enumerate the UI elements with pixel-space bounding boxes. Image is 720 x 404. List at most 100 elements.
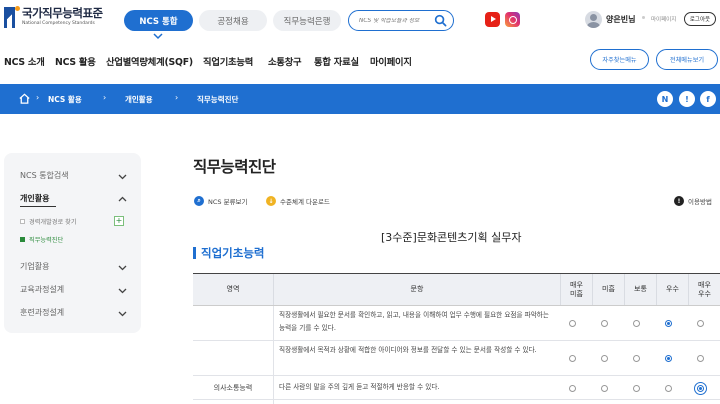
- radio-average[interactable]: [633, 320, 640, 327]
- radio-excellent[interactable]: [697, 355, 704, 362]
- nav-ncs-use[interactable]: NCS 활용: [55, 54, 96, 68]
- top-header: 국가직무능력표준 National Competency Standards N…: [0, 0, 720, 40]
- question-text: 다른 사람의 말을 주의 깊게 듣고 적절하게 반응할 수 있다.: [279, 383, 440, 391]
- active-underline: [20, 206, 56, 207]
- tab-fair-hiring[interactable]: 공정채용: [199, 10, 267, 31]
- download-icon: ↓: [266, 196, 276, 206]
- nav-archive[interactable]: 통합 자료실: [314, 54, 359, 68]
- radio-average[interactable]: [633, 385, 640, 392]
- breadcrumb-item-diagnosis[interactable]: 직무능력진단: [197, 94, 238, 105]
- sidebar-subitem-career-path[interactable]: 경력개발경로 찾기: [20, 217, 77, 226]
- sidebar-subitem-label: 경력개발경로 찾기: [29, 219, 77, 226]
- ncs-classification-link[interactable]: ⌕ NCS 분류보기: [194, 196, 248, 206]
- divider-dot: [642, 16, 645, 19]
- nav-basic-competency[interactable]: 직업기초능력: [203, 54, 253, 68]
- user-name: 양은빈님: [606, 15, 636, 24]
- logo-english-text: National Competency Standards: [22, 21, 95, 26]
- quick-menu-button[interactable]: 자주찾는메뉴: [590, 49, 649, 70]
- search-icon: ⌕: [194, 196, 204, 206]
- notice-icon[interactable]: !: [679, 91, 695, 107]
- header-very-poor: 매우 미흡: [560, 274, 592, 305]
- table-row: 직장생활에서 목적과 상황에 적합한 아이디어와 정보를 전달할 수 있는 문서…: [193, 341, 720, 376]
- chevron-right-icon: ›: [103, 93, 107, 102]
- radio-very-poor[interactable]: [569, 320, 576, 327]
- header-area: 영역: [226, 285, 240, 293]
- sidebar-subitem-label: 직무능력진단: [29, 237, 64, 244]
- chevron-down-icon[interactable]: [118, 174, 127, 180]
- search-icon[interactable]: [434, 14, 447, 27]
- nav-communication[interactable]: 소통창구: [268, 54, 302, 68]
- sidebar-subitem-diagnosis[interactable]: 직무능력진단: [20, 235, 63, 244]
- youtube-icon[interactable]: [485, 12, 500, 27]
- header-excellent: 매우 우수: [688, 274, 720, 305]
- search-box: [348, 10, 454, 31]
- diagnosis-table: 영역 문항 매우 미흡 미흡 보통 우수 매우 우수 직장생활에서 필요한 문서…: [193, 273, 720, 404]
- facebook-icon[interactable]: f: [700, 91, 716, 107]
- tab-ncs-integrated[interactable]: NCS 통합: [124, 10, 193, 31]
- sidebar-item-ncs-search[interactable]: NCS 통합검색: [20, 170, 69, 181]
- nav-sqf[interactable]: 산업별역량체계(SQF): [106, 54, 193, 68]
- section-title: 직업기초능력: [201, 246, 265, 260]
- chevron-up-icon[interactable]: [118, 196, 127, 202]
- sidebar-item-curriculum[interactable]: 교육과정설계: [20, 284, 64, 295]
- header-question: 문항: [273, 274, 560, 305]
- sidebar-item-training[interactable]: 훈련과정설계: [20, 307, 64, 318]
- question-text: 직장생활에서 목적과 상황에 적합한 아이디어와 정보를 전달할 수 있는 문서…: [279, 346, 537, 354]
- logo-korean-text: 국가직무능력표준: [22, 6, 103, 20]
- radio-excellent[interactable]: [697, 320, 704, 327]
- tab-competency-bank[interactable]: 직무능력은행: [273, 10, 341, 31]
- radio-very-poor[interactable]: [569, 385, 576, 392]
- expand-plus-button[interactable]: +: [114, 216, 124, 226]
- header-good: 우수: [656, 274, 688, 305]
- level-download-link[interactable]: ↓ 수준체계 다운로드: [266, 196, 330, 206]
- sidebar-item-company[interactable]: 기업활용: [20, 261, 49, 272]
- radio-poor[interactable]: [601, 355, 608, 362]
- logout-button[interactable]: 로그아웃: [684, 12, 716, 26]
- subject-title: [3수준]문화콘텐츠기획 실무자: [381, 231, 522, 244]
- area-label: 의사소통능력: [213, 384, 253, 392]
- chevron-right-icon: ›: [36, 93, 40, 102]
- breadcrumb-item-ncs-use[interactable]: NCS 활용: [48, 94, 82, 105]
- header-average: 보통: [624, 274, 656, 305]
- bullet-square-icon: [20, 219, 25, 224]
- radio-excellent[interactable]: [694, 382, 707, 395]
- nav-ncs-intro[interactable]: NCS 소개: [4, 54, 45, 68]
- header-poor: 미흡: [592, 274, 624, 305]
- radio-good[interactable]: [665, 385, 672, 392]
- usage-guide-link[interactable]: ! 이용방법: [674, 196, 712, 206]
- logo-mark-icon: [4, 6, 20, 28]
- radio-average[interactable]: [633, 355, 640, 362]
- breadcrumb-item-personal[interactable]: 개인활용: [125, 94, 153, 105]
- nav-mypage[interactable]: 마이페이지: [370, 54, 412, 68]
- table-row: 직장생활에서 필요한 문서를 확인하고, 읽고, 내용을 이해하여 업무 수행에…: [193, 306, 720, 341]
- section-marker: [193, 247, 196, 259]
- chevron-down-icon[interactable]: [118, 311, 127, 317]
- tool-label: 수준체계 다운로드: [280, 198, 330, 206]
- chevron-down-icon: [153, 33, 163, 40]
- sidebar-item-personal[interactable]: 개인활용: [20, 193, 49, 204]
- instagram-icon[interactable]: [505, 12, 520, 27]
- naver-icon[interactable]: N: [657, 91, 673, 107]
- site-logo[interactable]: 국가직무능력표준 National Competency Standards: [4, 6, 103, 28]
- radio-very-poor[interactable]: [569, 355, 576, 362]
- bullet-square-icon: [20, 237, 25, 242]
- home-icon[interactable]: [18, 92, 31, 105]
- mypage-link[interactable]: 마이페이지: [651, 15, 676, 23]
- table-header: 영역 문항 매우 미흡 미흡 보통 우수 매우 우수: [193, 273, 720, 306]
- chevron-right-icon: ›: [175, 93, 179, 102]
- chevron-down-icon[interactable]: [118, 288, 127, 294]
- radio-good[interactable]: [665, 355, 672, 362]
- radio-poor[interactable]: [601, 385, 608, 392]
- page-title: 직무능력진단: [193, 158, 276, 176]
- radio-good[interactable]: [665, 320, 672, 327]
- usage-label: 이용방법: [688, 198, 712, 206]
- search-input[interactable]: [359, 17, 437, 24]
- tool-label: NCS 분류보기: [208, 198, 248, 206]
- breadcrumb: › NCS 활용 › 개인활용 › 직무능력진단 N ! f: [0, 84, 720, 114]
- radio-poor[interactable]: [601, 320, 608, 327]
- question-text: 직장생활에서 필요한 문서를 확인하고, 읽고, 내용을 이해하여 업무 수행에…: [279, 311, 549, 332]
- main-nav: NCS 소개 NCS 활용 산업별역량체계(SQF) 직업기초능력 소통창구 통…: [0, 46, 720, 76]
- chevron-down-icon[interactable]: [118, 265, 127, 271]
- all-menu-button[interactable]: 전체메뉴보기: [656, 49, 718, 70]
- avatar: [585, 11, 602, 28]
